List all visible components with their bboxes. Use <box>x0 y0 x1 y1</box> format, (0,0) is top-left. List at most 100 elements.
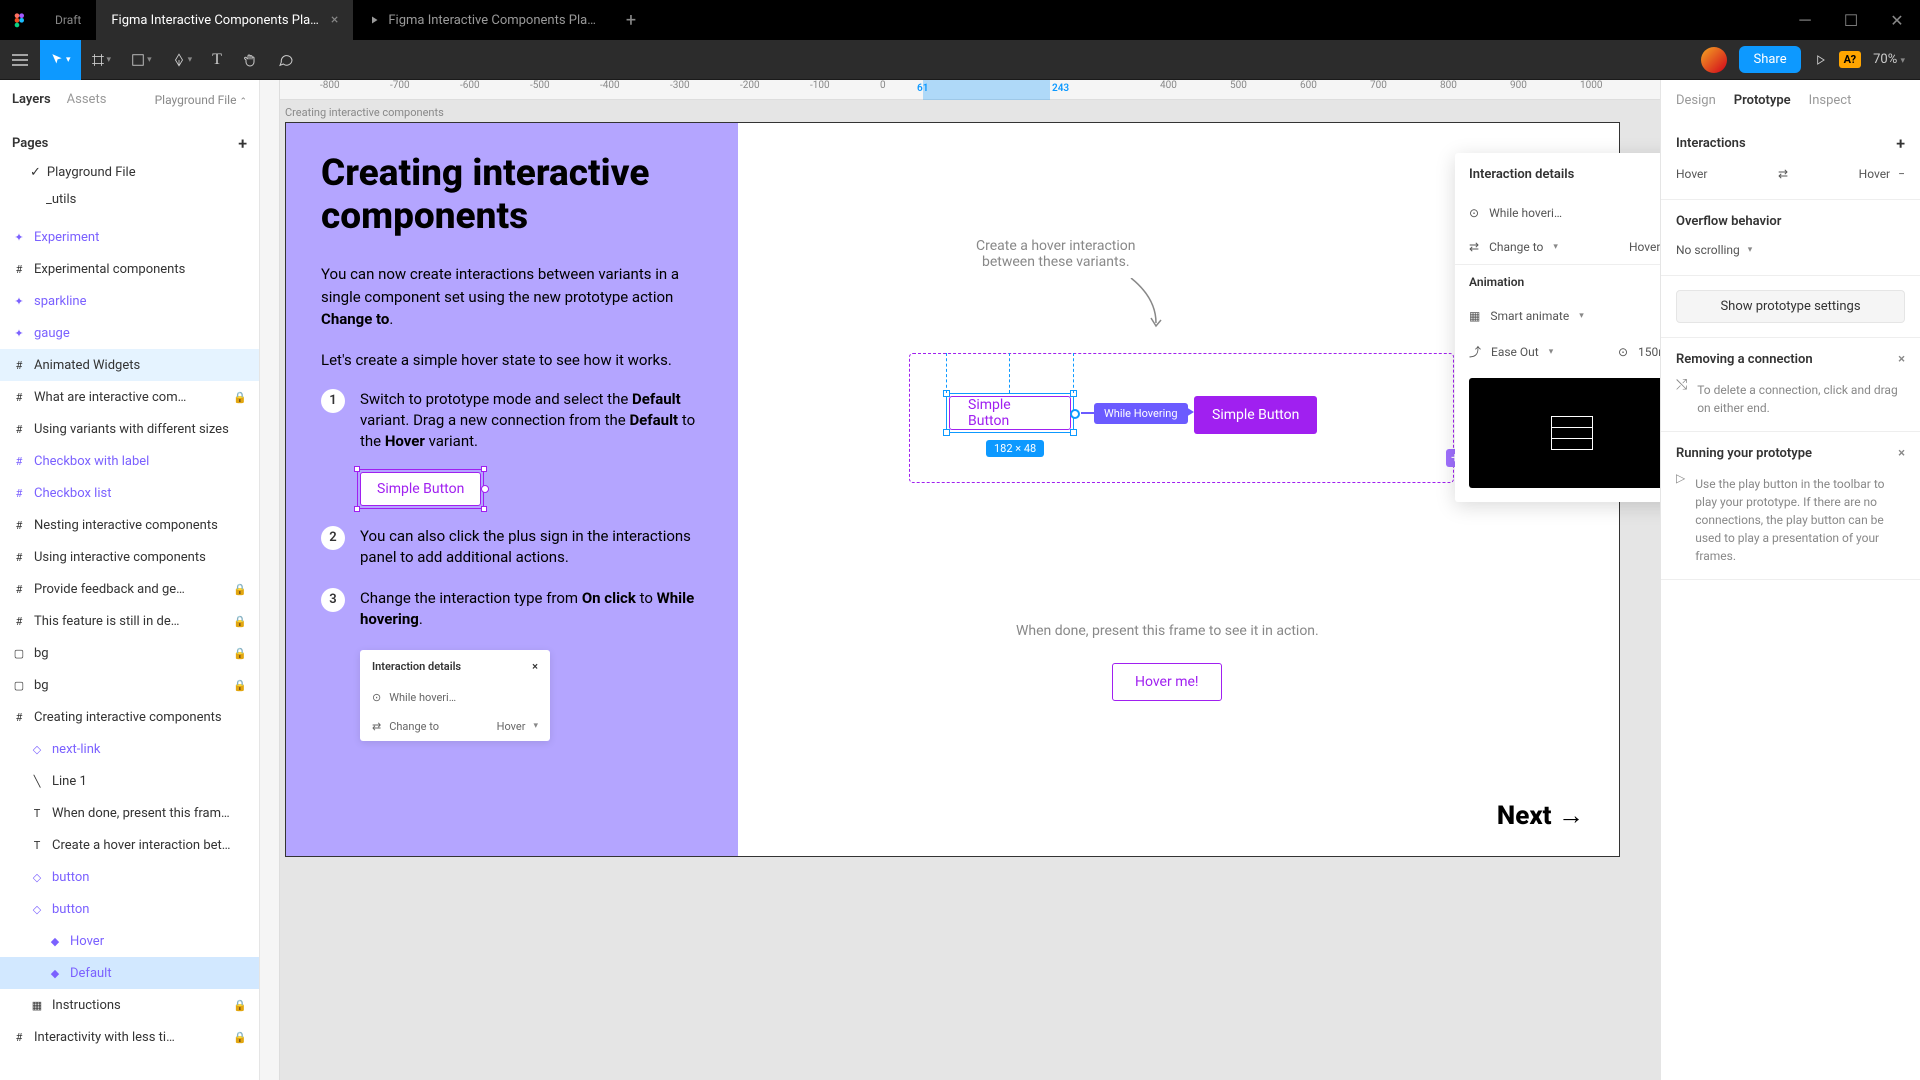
layer-item[interactable]: ◇button <box>0 893 259 925</box>
layer-item[interactable]: #Checkbox with label <box>0 445 259 477</box>
layer-item[interactable]: TCreate a hover interaction bet… <box>0 829 259 861</box>
play-icon[interactable] <box>1813 53 1827 67</box>
layer-item[interactable]: #Provide feedback and ge…🔒 <box>0 573 259 605</box>
toolbar: ▾ ▾ ▾ ▾ T Share A? 70% ▾ <box>0 40 1920 80</box>
hand-icon <box>242 52 258 68</box>
share-button[interactable]: Share <box>1739 46 1800 73</box>
help-text: Use the play button in the toolbar to pl… <box>1695 475 1905 565</box>
frame-icon <box>91 53 105 67</box>
hand-tool[interactable] <box>232 40 268 80</box>
file-dropdown[interactable]: Playground File ⌃ <box>155 93 247 107</box>
layer-item[interactable]: #Using variants with different sizes <box>0 413 259 445</box>
layer-item[interactable]: ✦sparkline <box>0 285 259 317</box>
layer-default-selected[interactable]: ◆Default <box>0 957 259 989</box>
tab-inspect[interactable]: Inspect <box>1809 93 1852 108</box>
layer-item[interactable]: ✦gauge <box>0 317 259 349</box>
action-row[interactable]: ⇄Change to▾Hover▾ <box>1455 230 1660 264</box>
close-button[interactable]: ✕ <box>1874 0 1920 40</box>
easing-row[interactable]: ⤴Ease Out▾⊙150ms <box>1455 333 1660 370</box>
remove-icon[interactable]: − <box>1898 167 1905 181</box>
tab-inactive[interactable]: Figma Interactive Components Pla… <box>353 0 611 40</box>
tab-design[interactable]: Design <box>1676 93 1716 108</box>
close-icon[interactable]: × <box>1898 446 1905 461</box>
frame-tool[interactable]: ▾ <box>81 40 122 80</box>
draft-label: Draft <box>40 13 96 27</box>
prototype-settings-section: Show prototype settings <box>1661 276 1920 338</box>
close-icon[interactable]: × <box>331 12 338 28</box>
maximize-button[interactable]: ☐ <box>1828 0 1874 40</box>
text-tool[interactable]: T <box>202 40 232 80</box>
layer-item[interactable]: ▦Instructions🔒 <box>0 989 259 1021</box>
close-icon[interactable]: × <box>1898 352 1905 367</box>
layer-experiment[interactable]: ✦Experiment <box>0 221 259 253</box>
comment-icon <box>278 52 294 68</box>
arrow-icon <box>1126 278 1166 333</box>
frame-title[interactable]: Creating interactive components <box>285 106 444 119</box>
layer-item[interactable]: #Interactivity with less ti…🔒 <box>0 1021 259 1053</box>
vertical-ruler <box>260 80 280 1080</box>
window-controls: ─ ☐ ✕ <box>1782 0 1920 40</box>
page-item[interactable]: ✓Playground File <box>12 159 247 186</box>
layer-item[interactable]: ╲Line 1 <box>0 765 259 797</box>
tab-active[interactable]: Figma Interactive Components Pla… × <box>96 0 353 40</box>
interaction-row[interactable]: Hover ⇄ Hover − <box>1676 163 1905 185</box>
shape-tool[interactable]: ▾ <box>121 40 162 80</box>
show-prototype-settings-button[interactable]: Show prototype settings <box>1676 290 1905 323</box>
animation-preview <box>1469 378 1660 488</box>
simple-button-hover[interactable]: Simple Button <box>1194 396 1317 434</box>
animate-row[interactable]: ▦Smart animate▾ <box>1455 299 1660 333</box>
layer-item[interactable]: #Animated Widgets <box>0 349 259 381</box>
layer-item[interactable]: #Using interactive components <box>0 541 259 573</box>
interaction-details-panel[interactable]: Interaction details × ⊙While hoveri…▾ ⇄C… <box>1455 153 1660 502</box>
avatar[interactable] <box>1701 47 1727 73</box>
layer-item[interactable]: ▢bg🔒 <box>0 637 259 669</box>
layer-item[interactable]: #What are interactive com…🔒 <box>0 381 259 413</box>
layer-item[interactable]: #Creating interactive components <box>0 701 259 733</box>
layer-item[interactable]: #This feature is still in de…🔒 <box>0 605 259 637</box>
pages-section: Pages + ✓Playground File _utils <box>0 120 259 221</box>
a-badge: A? <box>1839 51 1861 68</box>
trigger-row[interactable]: ⊙While hoveri…▾ <box>1455 196 1660 230</box>
pen-tool[interactable]: ▾ <box>162 40 203 80</box>
tab-label: Figma Interactive Components Pla… <box>388 13 596 28</box>
layer-item[interactable]: #Experimental components <box>0 253 259 285</box>
comment-tool[interactable] <box>268 40 304 80</box>
add-interaction-button[interactable]: + <box>1896 134 1905 153</box>
canvas[interactable]: -800 -700 -600 -500 -400 -300 -200 -100 … <box>260 80 1660 1080</box>
tab-assets[interactable]: Assets <box>67 92 107 107</box>
layer-item[interactable]: ▢bg🔒 <box>0 669 259 701</box>
page-item[interactable]: _utils <box>12 186 247 213</box>
next-link[interactable]: Next → <box>1497 800 1584 831</box>
pages-label: Pages <box>12 136 48 151</box>
figma-logo[interactable] <box>0 0 40 40</box>
horizontal-ruler: -800 -700 -600 -500 -400 -300 -200 -100 … <box>260 80 1660 100</box>
main-menu-button[interactable] <box>0 40 40 80</box>
layer-item[interactable]: ◆Hover <box>0 925 259 957</box>
overflow-dropdown[interactable]: No scrolling▾ <box>1676 239 1905 261</box>
layer-item[interactable]: ◇next-link <box>0 733 259 765</box>
hover-me-button[interactable]: Hover me! <box>1112 663 1222 701</box>
left-panel: Layers Assets Playground File ⌃ Pages + … <box>0 80 260 1080</box>
zoom-level[interactable]: 70% ▾ <box>1873 52 1905 67</box>
cursor-icon <box>50 53 64 67</box>
lock-icon: 🔒 <box>233 999 247 1012</box>
add-page-button[interactable]: + <box>238 134 247 153</box>
selected-variant[interactable]: Simple Button <box>946 393 1074 433</box>
layer-item[interactable]: ◇button <box>0 861 259 893</box>
layer-item[interactable]: #Checkbox list <box>0 477 259 509</box>
text-icon: T <box>212 51 222 69</box>
move-tool[interactable]: ▾ <box>40 40 81 80</box>
right-panel-tabs: Design Prototype Inspect <box>1661 80 1920 120</box>
tab-layers[interactable]: Layers <box>12 92 51 107</box>
step-number: 2 <box>321 526 345 550</box>
layer-item[interactable]: TWhen done, present this fram… <box>0 797 259 829</box>
lock-icon: 🔒 <box>233 679 247 692</box>
layer-item[interactable]: #Nesting interactive components <box>0 509 259 541</box>
add-tab-button[interactable]: + <box>611 10 651 31</box>
instructions-panel: Creating interactivecomponents You can n… <box>286 123 738 856</box>
connection-node[interactable] <box>1070 409 1080 419</box>
main-frame[interactable]: Creating interactivecomponents You can n… <box>285 122 1620 857</box>
interactions-section: Interactions + Hover ⇄ Hover − <box>1661 120 1920 200</box>
minimize-button[interactable]: ─ <box>1782 0 1828 40</box>
tab-prototype[interactable]: Prototype <box>1734 93 1791 108</box>
